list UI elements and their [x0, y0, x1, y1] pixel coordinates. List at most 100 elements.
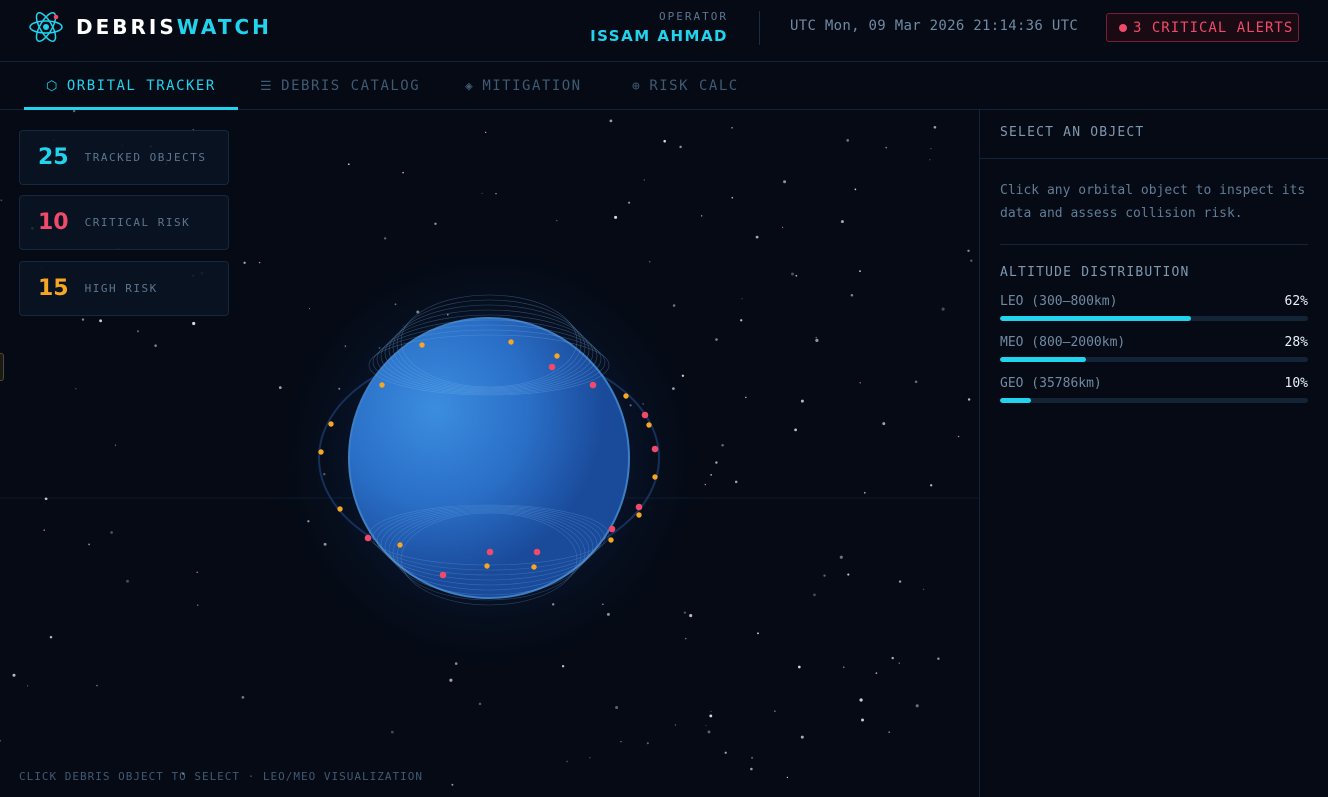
star [628, 201, 631, 204]
debris-high[interactable] [636, 512, 642, 518]
critical-alerts-button[interactable]: 3 CRITICAL ALERTS [1106, 13, 1299, 42]
tab-label: ORBITAL TRACKER [66, 78, 216, 94]
top-header: DEBRISWATCH OPERATOR ISSAM AHMAD UTC Mon… [0, 0, 1328, 62]
star [566, 760, 568, 763]
object-details-panel: SELECT AN OBJECT Click any orbital objec… [979, 110, 1328, 797]
app-root: DEBRISWATCH OPERATOR ISSAM AHMAD UTC Mon… [0, 0, 1328, 797]
debris-high[interactable] [419, 342, 425, 348]
star [967, 398, 971, 401]
star [782, 226, 784, 228]
debris-critical[interactable] [641, 411, 649, 419]
altitude-bar-track [1000, 316, 1308, 321]
debris-high[interactable] [623, 393, 629, 399]
star [434, 222, 437, 226]
crosshair-icon: ⊕ [632, 78, 642, 94]
star [683, 611, 687, 614]
tab-risk-calc[interactable]: ⊕ RISK CALC [632, 62, 739, 110]
star [861, 718, 864, 722]
debris-critical[interactable] [635, 503, 643, 511]
star [26, 685, 29, 687]
debris-high[interactable] [652, 474, 658, 480]
panel-description: Click any orbital object to inspect its … [1000, 183, 1306, 221]
debris-high[interactable] [608, 537, 614, 543]
star [614, 215, 618, 219]
brand-part-1: DEBRIS [76, 15, 177, 39]
altitude-label: GEO (35786km) [1000, 376, 1102, 391]
star [859, 698, 863, 702]
debris-high[interactable] [646, 422, 652, 428]
star [556, 219, 558, 222]
debris-critical[interactable] [486, 548, 494, 556]
debris-critical[interactable] [439, 571, 447, 579]
altitude-row-geo: GEO (35786km) 10% [1000, 376, 1308, 403]
operator-name: ISSAM AHMAD [590, 27, 728, 45]
star [791, 272, 794, 276]
star [882, 422, 886, 426]
star [620, 741, 622, 743]
debris-high[interactable] [484, 563, 490, 569]
debris-high[interactable] [328, 421, 334, 427]
star [615, 705, 619, 710]
stat-label: TRACKED OBJECTS [84, 151, 207, 164]
star [110, 531, 113, 534]
debris-high[interactable] [531, 564, 537, 570]
star [740, 319, 743, 322]
star [815, 338, 819, 342]
star [914, 380, 918, 384]
star [390, 730, 394, 734]
debris-critical[interactable] [364, 534, 372, 542]
panel-title: SELECT AN OBJECT [980, 110, 1328, 159]
star [126, 579, 129, 583]
side-panel-handle[interactable] [0, 353, 4, 381]
debris-high[interactable] [318, 449, 324, 455]
star [589, 757, 591, 759]
atom-icon [29, 12, 63, 42]
star [99, 319, 103, 323]
tab-mitigation[interactable]: ◈ MITIGATION [465, 62, 582, 110]
altitude-bar-track [1000, 398, 1308, 403]
critical-alerts-label: 3 CRITICAL ALERTS [1133, 19, 1294, 36]
star [800, 399, 804, 403]
stat-high-risk: 15 HIGH RISK [19, 261, 229, 316]
star [648, 260, 651, 263]
debris-critical[interactable] [533, 548, 541, 556]
altitude-percent: 28% [1284, 335, 1308, 350]
diamond-icon: ◈ [465, 78, 475, 94]
altitude-row-meo: MEO (800–2000km) 28% [1000, 335, 1308, 362]
app-logo[interactable]: DEBRISWATCH [28, 10, 272, 44]
debris-critical[interactable] [651, 445, 659, 453]
orbital-visualization[interactable]: 25 TRACKED OBJECTS 10 CRITICAL RISK 15 H… [0, 110, 979, 797]
star [898, 662, 900, 664]
star [679, 145, 682, 149]
debris-critical[interactable] [548, 363, 556, 371]
alert-dot-icon [1119, 23, 1127, 32]
star [941, 307, 945, 311]
star [915, 704, 919, 708]
star [795, 274, 798, 277]
star [891, 656, 894, 660]
star [741, 298, 743, 300]
star [731, 196, 734, 199]
stat-value: 10 [38, 210, 69, 235]
star [88, 543, 91, 546]
star [96, 684, 98, 687]
star [49, 635, 53, 639]
star [701, 215, 703, 217]
debris-high[interactable] [508, 339, 514, 345]
tab-orbital-tracker[interactable]: ⬡ ORBITAL TRACKER [24, 62, 238, 110]
star [846, 139, 850, 142]
debris-critical[interactable] [589, 381, 597, 389]
tab-debris-catalog[interactable]: ☰ DEBRIS CATALOG [260, 62, 420, 110]
star [757, 632, 759, 635]
debris-critical[interactable] [608, 525, 616, 533]
debris-high[interactable] [379, 382, 385, 388]
debris-high[interactable] [397, 542, 403, 548]
star [258, 261, 261, 264]
star [970, 259, 973, 262]
debris-high[interactable] [337, 506, 343, 512]
altitude-bar-fill [1000, 357, 1087, 362]
star [967, 249, 970, 253]
star [859, 382, 861, 384]
debris-high[interactable] [554, 353, 560, 359]
hexagon-icon: ⬡ [46, 78, 59, 94]
